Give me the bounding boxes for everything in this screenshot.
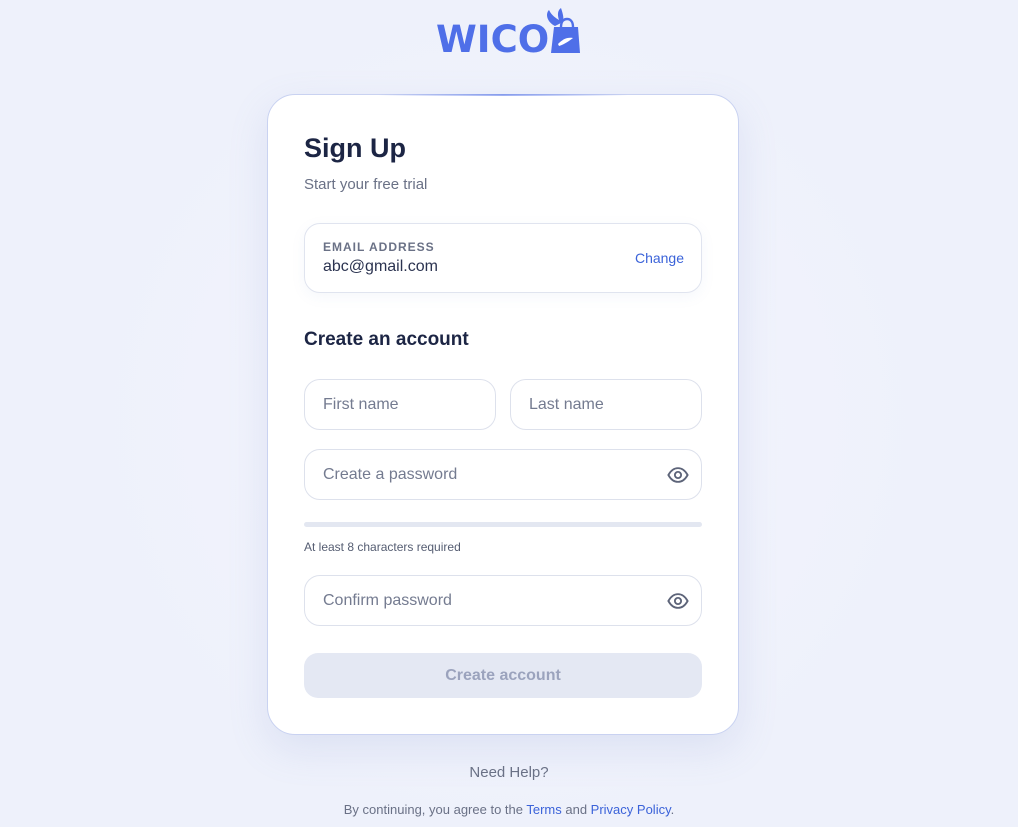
create-account-button[interactable]: Create account bbox=[304, 653, 702, 698]
card-accent-line bbox=[378, 94, 628, 96]
password-input[interactable] bbox=[305, 450, 701, 499]
email-summary: EMAIL ADDRESS abc@gmail.com Change bbox=[304, 223, 702, 293]
legal-prefix: By continuing, you agree to the bbox=[343, 802, 527, 817]
password-field bbox=[304, 449, 702, 500]
signup-card: Sign Up Start your free trial EMAIL ADDR… bbox=[267, 94, 739, 735]
password-strength-bar bbox=[304, 522, 702, 527]
eye-icon[interactable] bbox=[667, 464, 689, 486]
email-label: EMAIL ADDRESS bbox=[323, 240, 435, 254]
first-name-field bbox=[304, 379, 496, 430]
shopping-bag-with-wing-icon bbox=[545, 8, 581, 59]
terms-link[interactable]: Terms bbox=[526, 802, 561, 817]
legal-notice: By continuing, you agree to the Terms an… bbox=[0, 802, 1018, 817]
confirm-password-input[interactable] bbox=[305, 576, 701, 625]
page-title: Sign Up bbox=[304, 133, 406, 163]
section-title: Create an account bbox=[304, 329, 469, 350]
first-name-input[interactable] bbox=[305, 380, 495, 429]
privacy-policy-link[interactable]: Privacy Policy bbox=[591, 802, 671, 817]
email-value: abc@gmail.com bbox=[323, 258, 438, 275]
password-hint: At least 8 characters required bbox=[304, 540, 461, 554]
confirm-password-field bbox=[304, 575, 702, 626]
last-name-field bbox=[510, 379, 702, 430]
legal-and: and bbox=[561, 802, 591, 817]
eye-icon[interactable] bbox=[667, 590, 689, 612]
legal-suffix: . bbox=[670, 802, 675, 817]
need-help-link[interactable]: Need Help? bbox=[0, 764, 1018, 781]
last-name-input[interactable] bbox=[511, 380, 701, 429]
page-subtitle: Start your free trial bbox=[304, 176, 428, 193]
brand-name: WICO bbox=[436, 18, 550, 61]
brand-logo: WICO bbox=[436, 8, 581, 61]
change-email-link[interactable]: Change bbox=[635, 250, 684, 266]
